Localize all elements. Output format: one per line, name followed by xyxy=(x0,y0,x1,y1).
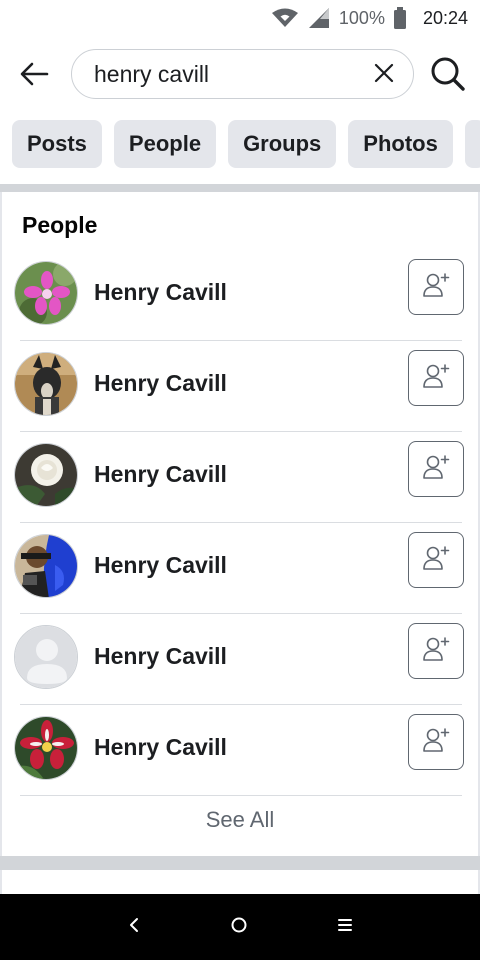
back-button[interactable] xyxy=(14,56,54,96)
avatar[interactable] xyxy=(14,625,78,689)
nav-home-icon xyxy=(230,916,248,939)
system-navigation-bar xyxy=(0,894,480,960)
person-result-row[interactable]: Henry Cavill xyxy=(2,432,478,523)
clear-search-button[interactable] xyxy=(371,62,397,88)
search-input[interactable] xyxy=(92,59,356,89)
add-friend-icon xyxy=(422,727,450,758)
chip-groups[interactable]: Groups xyxy=(228,120,337,168)
person-name[interactable]: Henry Cavill xyxy=(94,734,227,761)
people-results-card: People Henry Cavill Henry Cavill Henry C… xyxy=(0,192,480,856)
avatar[interactable] xyxy=(14,443,78,507)
clock: 20:24 xyxy=(422,7,468,28)
arrow-left-icon xyxy=(19,62,49,91)
chip-more[interactable] xyxy=(464,120,480,168)
battery-icon xyxy=(393,7,407,29)
section-divider xyxy=(0,184,480,192)
nav-home-button[interactable] xyxy=(224,912,254,942)
avatar[interactable] xyxy=(14,352,78,416)
avatar[interactable] xyxy=(14,261,78,325)
wifi-icon xyxy=(271,8,299,28)
see-all-button[interactable]: See All xyxy=(2,807,478,833)
person-result-row[interactable]: Henry Cavill xyxy=(2,523,478,614)
status-bar: 100% 20:24 xyxy=(0,0,480,36)
search-button[interactable] xyxy=(426,54,470,98)
person-result-row[interactable]: Henry Cavill xyxy=(2,250,478,341)
add-friend-button[interactable] xyxy=(408,532,464,588)
add-friend-icon xyxy=(422,272,450,303)
add-friend-button[interactable] xyxy=(408,259,464,315)
chip-people[interactable]: People xyxy=(113,120,217,168)
person-name[interactable]: Henry Cavill xyxy=(94,552,227,579)
chip-posts[interactable]: Posts xyxy=(12,120,102,168)
add-friend-icon xyxy=(422,363,450,394)
row-divider xyxy=(20,795,462,796)
nav-back-icon xyxy=(127,917,141,938)
add-friend-button[interactable] xyxy=(408,714,464,770)
person-result-row[interactable]: Henry Cavill xyxy=(2,705,478,796)
add-friend-icon xyxy=(422,545,450,576)
filter-chips: Posts People Groups Photos xyxy=(12,120,480,168)
battery-percentage: 100% xyxy=(338,7,385,28)
person-name[interactable]: Henry Cavill xyxy=(94,370,227,397)
nav-recents-button[interactable] xyxy=(330,912,360,942)
person-name[interactable]: Henry Cavill xyxy=(94,279,227,306)
person-result-row[interactable]: Henry Cavill xyxy=(2,341,478,432)
signal-icon xyxy=(307,7,331,29)
nav-recents-icon xyxy=(337,917,353,938)
person-name[interactable]: Henry Cavill xyxy=(94,461,227,488)
search-header xyxy=(0,48,480,102)
add-friend-button[interactable] xyxy=(408,623,464,679)
avatar[interactable] xyxy=(14,534,78,598)
section-title: People xyxy=(22,212,98,238)
section-divider xyxy=(0,856,480,870)
nav-back-button[interactable] xyxy=(119,912,149,942)
add-friend-button[interactable] xyxy=(408,441,464,497)
person-result-row[interactable]: Henry Cavill xyxy=(2,614,478,705)
next-results-card xyxy=(0,870,480,894)
add-friend-icon xyxy=(422,636,450,667)
close-icon xyxy=(374,63,394,88)
avatar[interactable] xyxy=(14,716,78,780)
person-name[interactable]: Henry Cavill xyxy=(94,643,227,670)
add-friend-button[interactable] xyxy=(408,350,464,406)
chip-photos[interactable]: Photos xyxy=(348,120,453,168)
search-field[interactable] xyxy=(71,49,414,99)
add-friend-icon xyxy=(422,454,450,485)
search-icon xyxy=(430,56,466,97)
